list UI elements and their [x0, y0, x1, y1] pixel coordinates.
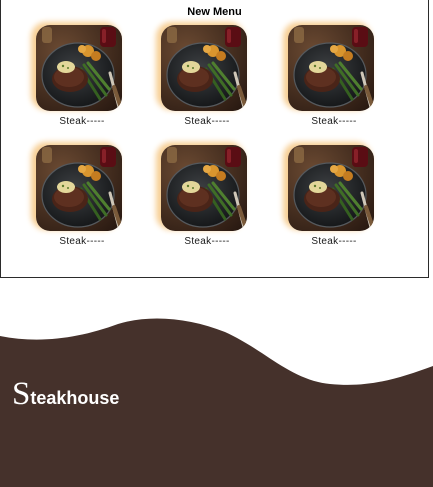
menu-section: New Menu Steak----- Steak----- Steak----… [0, 0, 429, 278]
menu-item-label: Steak----- [311, 236, 357, 247]
menu-item-label: Steak----- [59, 116, 105, 127]
brand-logo-text: Steakhouse [12, 376, 119, 413]
steak-plate-image [161, 145, 247, 231]
menu-card[interactable]: Steak----- [284, 24, 384, 142]
steak-plate-image [36, 25, 122, 111]
steak-plate-image [288, 25, 374, 111]
steak-plate-image [161, 25, 247, 111]
footer-section: Steakhouse [0, 280, 433, 487]
menu-item-label: Steak----- [311, 116, 357, 127]
menu-card[interactable]: Steak----- [157, 24, 257, 142]
menu-item-label: Steak----- [184, 236, 230, 247]
menu-item-label: Steak----- [59, 236, 105, 247]
brand-name: teakhouse [30, 388, 120, 408]
brand-initial: S [12, 376, 31, 412]
menu-item-label: Steak----- [184, 116, 230, 127]
menu-card[interactable]: Steak----- [32, 144, 132, 262]
menu-card[interactable]: Steak----- [32, 24, 132, 142]
steak-plate-image [36, 145, 122, 231]
menu-card[interactable]: Steak----- [284, 144, 384, 262]
menu-card[interactable]: Steak----- [157, 144, 257, 262]
steak-plate-image [288, 145, 374, 231]
menu-title: New Menu [187, 6, 242, 18]
